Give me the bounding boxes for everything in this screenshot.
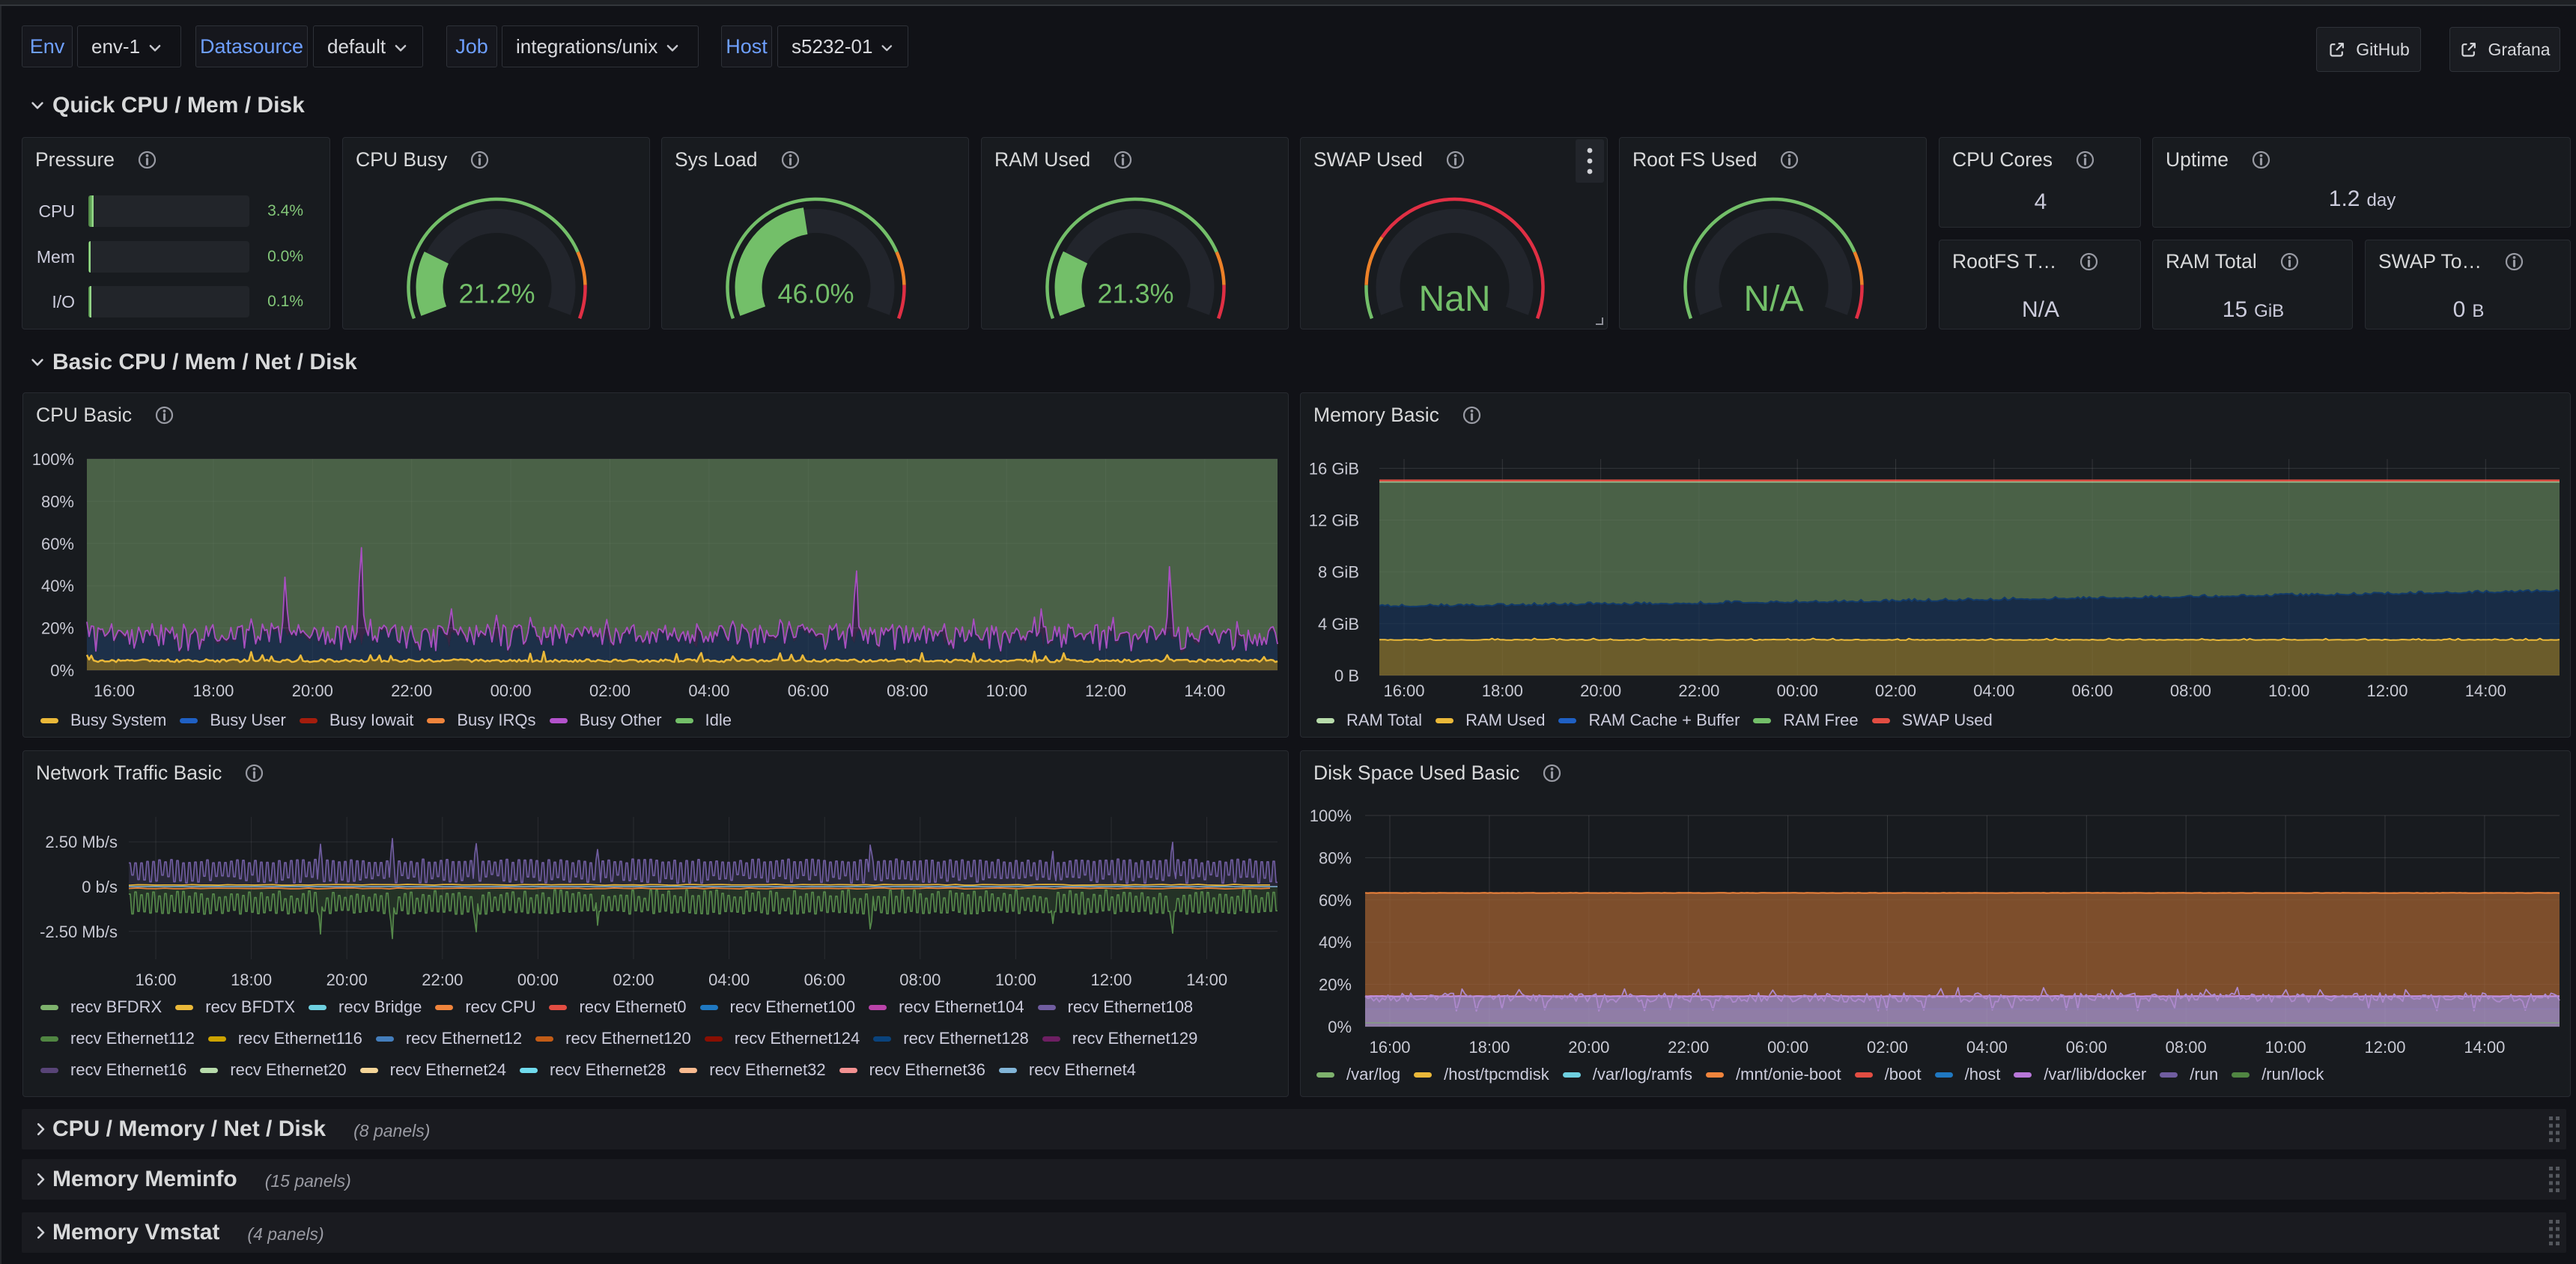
svg-text:N/A: N/A	[1743, 279, 1803, 319]
svg-text:NaN: NaN	[1418, 279, 1490, 319]
svg-text:16:00: 16:00	[135, 970, 176, 989]
svg-text:22:00: 22:00	[1668, 1038, 1709, 1057]
svg-text:20%: 20%	[41, 619, 74, 638]
svg-text:22:00: 22:00	[1678, 681, 1719, 700]
svg-text:00:00: 00:00	[490, 681, 532, 700]
svg-text:8 GiB: 8 GiB	[1318, 563, 1359, 582]
svg-text:10:00: 10:00	[2268, 681, 2309, 700]
svg-text:46.0%: 46.0%	[777, 279, 854, 309]
svg-text:12 GiB: 12 GiB	[1309, 511, 1359, 530]
svg-text:21.2%: 21.2%	[458, 279, 535, 309]
svg-text:60%: 60%	[41, 535, 74, 553]
svg-text:40%: 40%	[1319, 933, 1352, 952]
svg-text:16 GiB: 16 GiB	[1309, 459, 1359, 478]
svg-text:0%: 0%	[50, 661, 74, 680]
svg-text:14:00: 14:00	[2464, 1038, 2505, 1057]
svg-text:40%: 40%	[41, 577, 74, 595]
svg-text:08:00: 08:00	[887, 681, 928, 700]
svg-text:18:00: 18:00	[1468, 1038, 1510, 1057]
svg-text:16:00: 16:00	[1383, 681, 1424, 700]
svg-text:06:00: 06:00	[2072, 681, 2113, 700]
svg-text:00:00: 00:00	[517, 970, 559, 989]
svg-text:02:00: 02:00	[613, 970, 654, 989]
svg-text:18:00: 18:00	[231, 970, 272, 989]
svg-text:16:00: 16:00	[94, 681, 135, 700]
svg-text:21.3%: 21.3%	[1097, 279, 1173, 309]
svg-text:04:00: 04:00	[1966, 1038, 2008, 1057]
svg-text:20:00: 20:00	[1580, 681, 1621, 700]
svg-text:06:00: 06:00	[2066, 1038, 2107, 1057]
svg-text:10:00: 10:00	[995, 970, 1036, 989]
svg-text:20:00: 20:00	[1568, 1038, 1609, 1057]
svg-text:08:00: 08:00	[899, 970, 941, 989]
svg-text:4 GiB: 4 GiB	[1318, 615, 1359, 633]
svg-text:100%: 100%	[1310, 806, 1352, 825]
svg-text:08:00: 08:00	[2166, 1038, 2207, 1057]
svg-text:00:00: 00:00	[1767, 1038, 1808, 1057]
svg-text:12:00: 12:00	[1085, 681, 1126, 700]
svg-text:80%: 80%	[1319, 848, 1352, 867]
svg-text:00:00: 00:00	[1777, 681, 1818, 700]
svg-text:02:00: 02:00	[1867, 1038, 1908, 1057]
svg-text:06:00: 06:00	[804, 970, 845, 989]
svg-text:60%: 60%	[1319, 891, 1352, 910]
svg-text:14:00: 14:00	[1186, 970, 1227, 989]
svg-text:02:00: 02:00	[1875, 681, 1916, 700]
svg-text:20%: 20%	[1319, 976, 1352, 994]
svg-text:100%: 100%	[32, 450, 74, 469]
svg-text:04:00: 04:00	[708, 970, 750, 989]
svg-text:0%: 0%	[1328, 1018, 1352, 1036]
svg-text:2.50 Mb/s: 2.50 Mb/s	[45, 833, 118, 851]
svg-text:14:00: 14:00	[2465, 681, 2506, 700]
svg-text:-2.50 Mb/s: -2.50 Mb/s	[40, 923, 118, 941]
svg-text:08:00: 08:00	[2170, 681, 2211, 700]
svg-text:06:00: 06:00	[788, 681, 829, 700]
svg-text:14:00: 14:00	[1184, 681, 1225, 700]
svg-text:22:00: 22:00	[391, 681, 432, 700]
svg-text:04:00: 04:00	[1973, 681, 2014, 700]
svg-text:10:00: 10:00	[2265, 1038, 2306, 1057]
svg-text:10:00: 10:00	[986, 681, 1027, 700]
svg-text:22:00: 22:00	[422, 970, 463, 989]
svg-text:16:00: 16:00	[1369, 1038, 1410, 1057]
svg-text:12:00: 12:00	[2366, 681, 2408, 700]
svg-text:0 B: 0 B	[1334, 666, 1359, 685]
svg-text:80%: 80%	[41, 492, 74, 511]
svg-text:0 b/s: 0 b/s	[82, 878, 118, 896]
svg-text:20:00: 20:00	[326, 970, 368, 989]
svg-text:02:00: 02:00	[589, 681, 631, 700]
svg-text:12:00: 12:00	[1090, 970, 1131, 989]
svg-text:12:00: 12:00	[2364, 1038, 2405, 1057]
svg-text:04:00: 04:00	[688, 681, 729, 700]
svg-text:20:00: 20:00	[292, 681, 333, 700]
svg-text:18:00: 18:00	[1482, 681, 1523, 700]
svg-text:18:00: 18:00	[192, 681, 234, 700]
